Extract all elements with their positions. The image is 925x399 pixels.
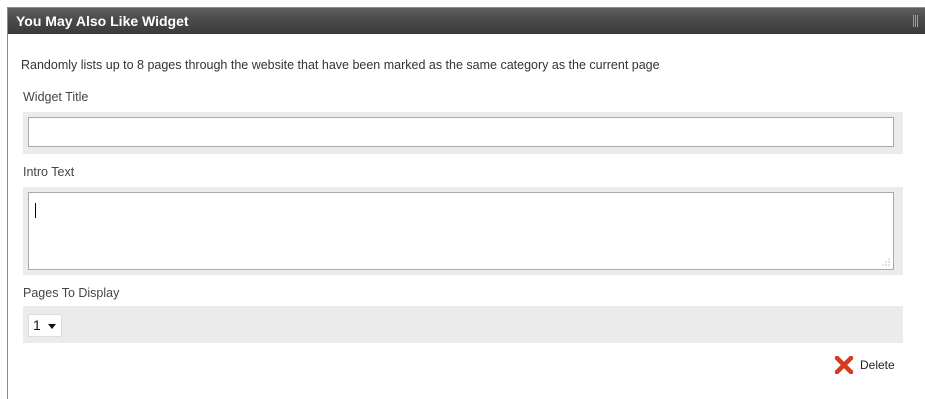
widget-description: Randomly lists up to 8 pages through the… — [21, 58, 660, 72]
intro-text-textarea[interactable] — [28, 192, 894, 270]
intro-text-field-box — [23, 187, 903, 275]
widget-title-label: Widget Title — [23, 90, 89, 104]
delete-label: Delete — [860, 358, 895, 372]
pages-to-display-label: Pages To Display — [23, 286, 120, 300]
widget-title: You May Also Like Widget — [16, 13, 189, 29]
x-icon — [834, 356, 854, 374]
delete-button[interactable]: Delete — [834, 355, 895, 375]
pages-to-display-field-box: 1 — [23, 306, 903, 343]
grip-icon[interactable] — [913, 15, 921, 27]
text-cursor — [35, 203, 36, 218]
widget-titlebar[interactable]: You May Also Like Widget — [8, 8, 925, 34]
widget-title-input[interactable] — [28, 117, 894, 147]
resize-grip-icon[interactable] — [882, 258, 890, 266]
widget-title-field-box — [23, 112, 903, 154]
widget-panel: You May Also Like Widget Randomly lists … — [7, 7, 925, 399]
chevron-down-icon — [48, 324, 56, 329]
intro-text-label: Intro Text — [23, 165, 75, 179]
pages-to-display-value: 1 — [33, 317, 41, 333]
pages-to-display-select[interactable]: 1 — [28, 314, 62, 337]
